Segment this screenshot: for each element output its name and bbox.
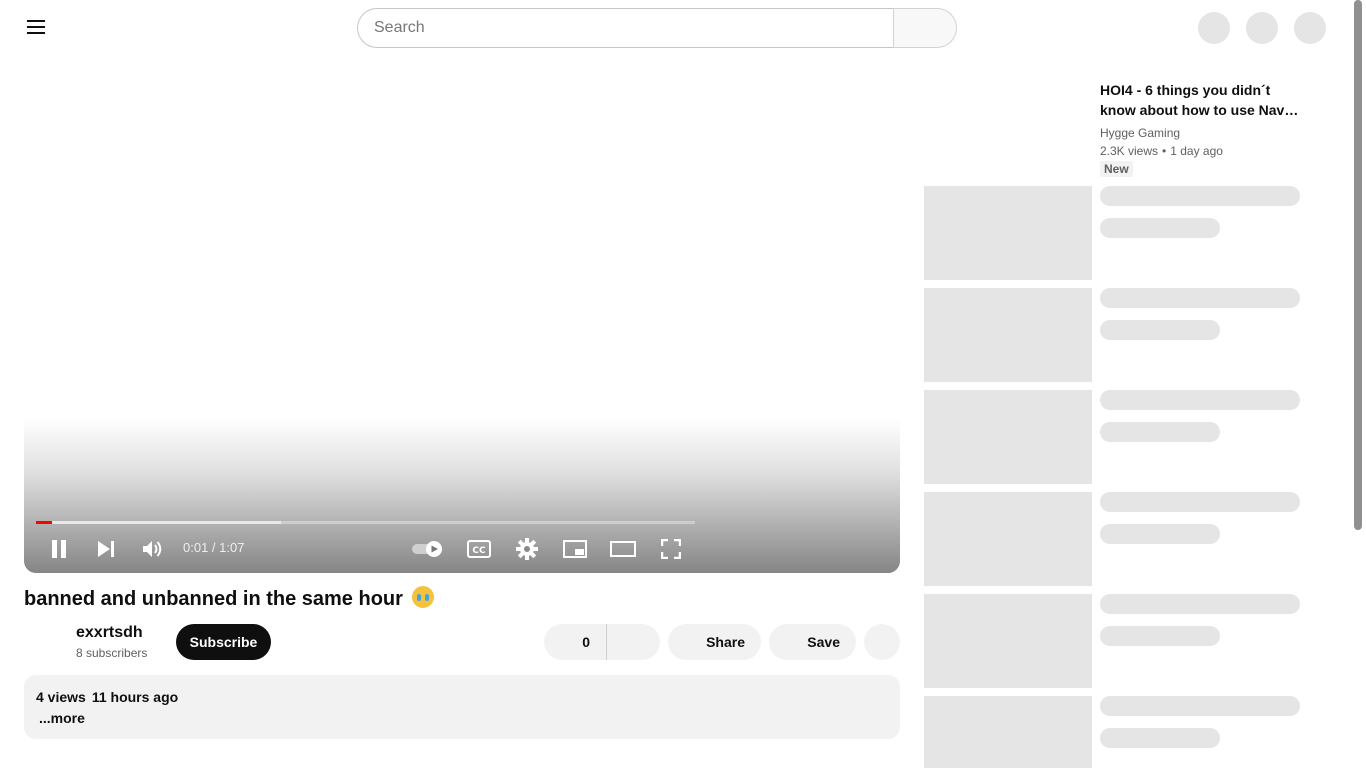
share-button[interactable]: Share — [668, 624, 761, 660]
skeleton-recommendation — [924, 492, 1304, 586]
skeleton-line — [1100, 390, 1300, 410]
skip-next-icon — [98, 541, 114, 557]
skeleton-thumbnail — [924, 288, 1092, 382]
show-more-link[interactable]: ...more — [39, 710, 85, 726]
view-count: 4 views — [36, 689, 86, 705]
skeleton-line — [1100, 696, 1300, 716]
skeleton-recommendation — [924, 594, 1304, 688]
recommended-channel[interactable]: Hygge Gaming — [1100, 126, 1180, 140]
skeleton-recommendation — [924, 696, 1304, 768]
new-badge: New — [1100, 161, 1133, 177]
recommended-meta: 2.3K views • 1 day ago — [1100, 144, 1223, 158]
more-actions-button[interactable] — [864, 624, 900, 660]
skeleton-recommendation — [924, 186, 1304, 280]
skeleton-thumbnail — [924, 696, 1092, 768]
pause-icon — [52, 540, 66, 558]
skeleton-line — [1100, 492, 1300, 512]
subscriber-count: 8 subscribers — [76, 646, 148, 660]
skeleton-line — [1100, 524, 1220, 544]
skeleton-line — [1100, 288, 1300, 308]
progress-buffered — [36, 521, 282, 524]
settings-button[interactable] — [503, 534, 551, 564]
skeleton-thumbnail — [924, 390, 1092, 484]
svg-text:CC: CC — [472, 546, 486, 556]
autoplay-toggle[interactable] — [404, 534, 452, 564]
subtitles-button[interactable]: CC — [455, 534, 503, 564]
skeleton-line — [1100, 218, 1220, 238]
like-button[interactable]: 0 — [544, 624, 607, 660]
skeleton-line — [1100, 594, 1300, 614]
like-count: 0 — [582, 634, 590, 650]
channel-avatar[interactable] — [24, 622, 64, 662]
crying-face-emoji-icon — [412, 586, 435, 608]
fullscreen-icon — [661, 539, 681, 559]
recommended-video[interactable]: HOI4 - 6 things you didn´t know about ho… — [924, 80, 1304, 177]
search-button[interactable] — [893, 8, 957, 48]
hamburger-menu-icon-line — [27, 26, 45, 28]
video-player[interactable]: 0:01 / 1:07 CC — [24, 72, 900, 573]
hamburger-menu-icon — [27, 20, 45, 22]
fullscreen-button[interactable] — [647, 534, 695, 564]
progress-played — [36, 521, 52, 524]
miniplayer-button[interactable] — [551, 534, 599, 564]
video-title: banned and unbanned in the same hour — [24, 586, 435, 611]
skeleton-recommendation — [924, 390, 1304, 484]
miniplayer-icon — [563, 540, 587, 558]
separator-dot: • — [1162, 144, 1167, 158]
like-dislike-group: 0 — [544, 624, 660, 660]
recommended-age: 1 day ago — [1170, 144, 1223, 158]
description-box[interactable]: 4 views 11 hours ago ...more — [24, 675, 900, 739]
gear-icon — [516, 538, 538, 560]
create-button[interactable] — [1198, 12, 1230, 44]
share-label: Share — [706, 634, 745, 650]
youtube-watch-page: 0:01 / 1:07 CC banned and unbanned in th… — [0, 0, 1366, 768]
page-scrollbar[interactable] — [1354, 0, 1362, 530]
mute-button[interactable] — [129, 534, 177, 564]
theater-mode-icon — [610, 541, 636, 557]
account-avatar-button[interactable] — [1294, 12, 1326, 44]
notifications-button[interactable] — [1246, 12, 1278, 44]
skeleton-recommendation — [924, 288, 1304, 382]
search-input[interactable] — [357, 8, 893, 48]
skeleton-thumbnail — [924, 594, 1092, 688]
search-box — [357, 8, 957, 48]
save-label: Save — [807, 634, 840, 650]
upload-date: 11 hours ago — [91, 689, 179, 705]
skeleton-line — [1100, 626, 1220, 646]
skeleton-thumbnail — [924, 492, 1092, 586]
skeleton-thumbnail — [924, 186, 1092, 280]
next-button[interactable] — [82, 534, 130, 564]
time-display: 0:01 / 1:07 — [183, 540, 245, 555]
skeleton-line — [1100, 186, 1300, 206]
volume-icon — [143, 541, 162, 557]
recommended-thumbnail[interactable] — [924, 80, 1092, 174]
guide-menu-button[interactable] — [18, 9, 54, 45]
hamburger-menu-icon-line — [27, 32, 45, 34]
closed-captions-icon: CC — [467, 540, 491, 558]
autoplay-toggle-icon — [412, 541, 442, 557]
recommended-views: 2.3K views — [1100, 144, 1159, 158]
save-button[interactable]: Save — [769, 624, 856, 660]
description-meta: 4 views 11 hours ago — [36, 689, 178, 705]
pause-button[interactable] — [35, 534, 83, 564]
dislike-button[interactable] — [607, 624, 660, 660]
recommended-title[interactable]: HOI4 - 6 things you didn´t know about ho… — [1100, 80, 1304, 120]
theater-mode-button[interactable] — [599, 534, 647, 564]
channel-name[interactable]: exxrtsdh — [76, 624, 143, 642]
progress-bar[interactable] — [36, 521, 695, 524]
subscribe-button[interactable]: Subscribe — [176, 624, 271, 660]
skeleton-line — [1100, 320, 1220, 340]
video-title-text: banned and unbanned in the same hour — [24, 588, 403, 610]
skeleton-line — [1100, 422, 1220, 442]
skeleton-line — [1100, 728, 1220, 748]
